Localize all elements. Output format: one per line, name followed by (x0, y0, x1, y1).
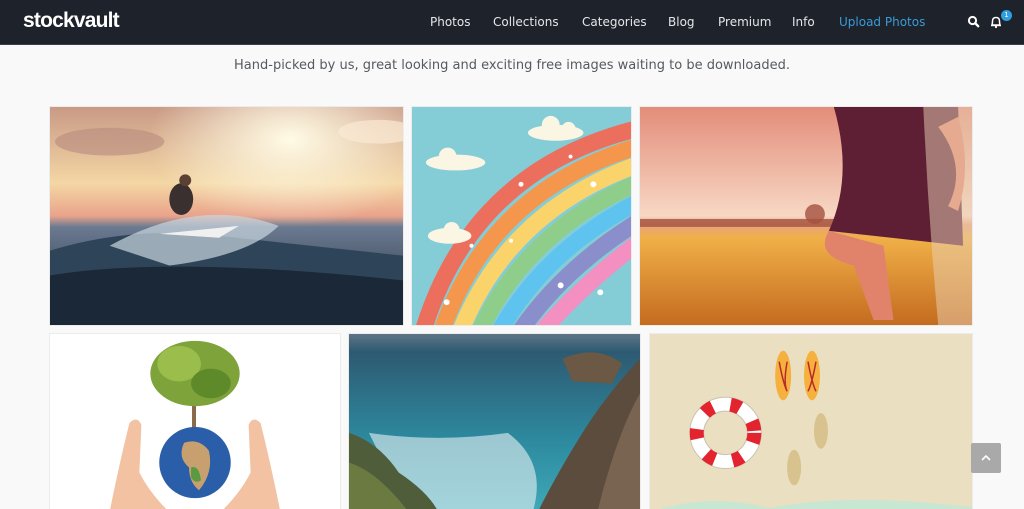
nav-item-info[interactable]: Info (792, 15, 815, 29)
gallery-image-beach-illustration[interactable] (649, 333, 973, 509)
nav-item-collections[interactable]: Collections (493, 15, 559, 29)
scroll-to-top-button[interactable] (971, 443, 1001, 473)
site-logo[interactable]: stockvault (23, 9, 120, 33)
nav-item-blog[interactable]: Blog (668, 15, 695, 29)
nav-item-categories[interactable]: Categories (582, 15, 647, 29)
nav-item-premium[interactable]: Premium (718, 15, 771, 29)
gallery-image-globe-tree[interactable] (49, 333, 341, 509)
chevron-up-icon (981, 455, 991, 461)
nav-item-photos[interactable]: Photos (430, 15, 470, 29)
gallery-image-wheat-field[interactable] (639, 106, 973, 326)
gallery-image-rainbow[interactable] (411, 106, 632, 326)
notification-badge: 1 (1001, 10, 1012, 21)
gallery-image-coastline[interactable] (348, 333, 641, 509)
top-navbar: stockvault Photos Collections Categories… (0, 0, 1024, 45)
page-tagline: Hand-picked by us, great looking and exc… (234, 58, 790, 73)
gallery-image-surfer[interactable] (49, 106, 404, 326)
nav-item-upload-photos[interactable]: Upload Photos (839, 15, 925, 29)
search-icon[interactable] (966, 14, 982, 30)
